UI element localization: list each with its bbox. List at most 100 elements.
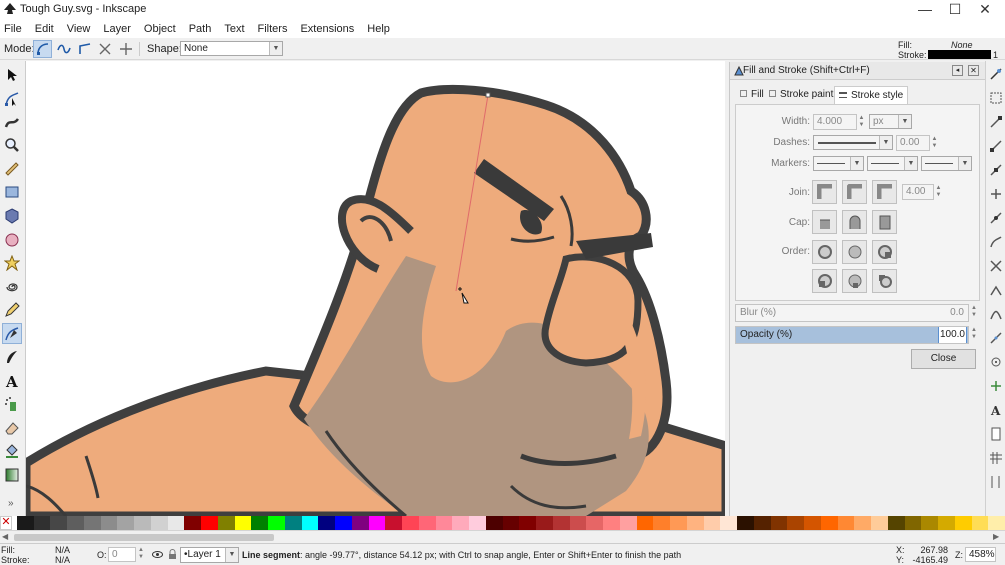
palette-swatch[interactable] <box>167 516 185 530</box>
layer-lock-icon[interactable] <box>168 549 177 560</box>
cap-butt-button[interactable] <box>812 210 837 234</box>
text-tool-icon[interactable]: A <box>2 370 22 391</box>
cap-square-button[interactable] <box>872 210 897 234</box>
bucket-tool-icon[interactable] <box>2 440 22 461</box>
palette-swatch[interactable] <box>770 516 788 530</box>
calligraphy-tool-icon[interactable] <box>2 346 22 367</box>
cap-round-button[interactable] <box>842 210 867 234</box>
palette-swatch[interactable] <box>251 516 268 530</box>
tweak-tool-icon[interactable] <box>2 111 22 132</box>
palette-swatch[interactable] <box>234 516 252 530</box>
palette-swatch[interactable] <box>519 516 536 530</box>
palette-swatch[interactable] <box>67 516 84 530</box>
join-bevel-button[interactable] <box>872 180 897 204</box>
close-dialog-button[interactable]: Close <box>911 349 976 369</box>
palette-swatch[interactable] <box>16 516 34 530</box>
ellipse-tool-icon[interactable] <box>2 229 22 250</box>
palette-swatch[interactable] <box>670 516 687 530</box>
shape-select[interactable]: None ▼ <box>180 41 283 56</box>
palette-swatch[interactable] <box>50 516 67 530</box>
palette-swatch[interactable] <box>887 516 905 530</box>
snap-intersections-icon[interactable] <box>989 259 1003 273</box>
palette-swatch[interactable] <box>921 516 938 530</box>
layer-visibility-eye-icon[interactable] <box>152 549 163 560</box>
spin-down-icon[interactable]: ▼ <box>930 143 939 150</box>
palette-swatch[interactable] <box>636 516 654 530</box>
palette-swatch[interactable] <box>385 516 402 530</box>
dashes-select[interactable]: ▼ <box>813 135 893 150</box>
menu-view[interactable]: View <box>67 23 91 35</box>
layer-select[interactable]: •Layer 1 ▼ <box>180 547 239 563</box>
palette-swatch[interactable] <box>117 516 134 530</box>
palette-swatch[interactable] <box>904 516 922 530</box>
width-input[interactable]: 4.000 ▲ ▼ <box>813 114 864 130</box>
palette-swatch[interactable] <box>737 516 754 530</box>
palette-swatch[interactable] <box>368 516 386 530</box>
status-opacity-input[interactable]: 0 <box>108 547 136 562</box>
snap-bbox-edge-icon[interactable] <box>989 115 1003 129</box>
snap-bbox-center-icon[interactable] <box>989 187 1003 201</box>
palette-swatch[interactable] <box>217 516 235 530</box>
palette-swatch[interactable] <box>502 516 520 530</box>
snap-text-baseline-icon[interactable]: A <box>989 403 1003 417</box>
drawing-canvas[interactable] <box>25 61 725 516</box>
palette-swatch[interactable] <box>83 516 101 530</box>
bezier-mode-icon[interactable] <box>33 40 52 58</box>
mid-marker-select[interactable]: ▼ <box>867 156 918 171</box>
palette-swatch[interactable] <box>301 516 319 530</box>
palette-swatch[interactable] <box>871 516 888 530</box>
palette-swatch[interactable] <box>335 516 352 530</box>
dialog-iconify-button[interactable]: ◂ <box>952 65 963 76</box>
palette-swatch[interactable] <box>686 516 704 530</box>
snap-smooth-icon[interactable] <box>989 307 1003 321</box>
dash-offset-input[interactable]: 0.00 ▲ ▼ <box>896 135 937 151</box>
menu-text[interactable]: Text <box>224 23 244 35</box>
snap-bbox-icon[interactable] <box>989 91 1003 105</box>
menu-layer[interactable]: Layer <box>103 23 131 35</box>
pen-tool-icon[interactable] <box>2 323 22 344</box>
start-marker-select[interactable]: ▼ <box>813 156 864 171</box>
zoom-input[interactable]: 458% <box>965 547 996 562</box>
blur-slider[interactable]: Blur (%) 0.0 <box>735 304 969 322</box>
snap-enable-icon[interactable] <box>989 67 1003 81</box>
palette-swatch[interactable] <box>938 516 955 530</box>
menu-extensions[interactable]: Extensions <box>300 23 354 35</box>
paraxial-mode-icon[interactable] <box>95 40 114 58</box>
palette-swatch[interactable] <box>318 516 335 530</box>
palette-swatch[interactable] <box>804 516 821 530</box>
palette-swatch[interactable] <box>653 516 670 530</box>
horizontal-scrollbar[interactable]: ◀ ▶ <box>0 530 1005 543</box>
menu-file[interactable]: File <box>4 23 22 35</box>
order-fill-markers-button[interactable] <box>812 269 837 293</box>
join-round-button[interactable] <box>842 180 867 204</box>
palette-swatch[interactable] <box>619 516 637 530</box>
palette-swatch[interactable] <box>552 516 570 530</box>
pencil-tool-icon[interactable] <box>2 299 22 320</box>
snap-paths-icon[interactable] <box>989 235 1003 249</box>
opacity-spin-icon[interactable]: ▲ ▼ <box>138 547 144 561</box>
palette-swatch[interactable] <box>569 516 587 530</box>
opacity-slider[interactable]: Opacity (%) 100.0 <box>735 326 969 344</box>
order-normal-button[interactable] <box>812 240 837 264</box>
palette-swatch[interactable] <box>33 516 51 530</box>
palette-swatch[interactable] <box>402 516 419 530</box>
snap-midpoints-icon[interactable] <box>989 331 1003 345</box>
scroll-left-icon[interactable]: ◀ <box>2 532 8 541</box>
snap-object-center-icon[interactable] <box>989 355 1003 369</box>
palette-swatch[interactable] <box>837 516 855 530</box>
spray-tool-icon[interactable] <box>2 393 22 414</box>
palette-swatch[interactable] <box>703 516 721 530</box>
tab-stroke-paint[interactable]: Stroke paint <box>765 86 837 104</box>
palette-swatch[interactable] <box>201 516 218 530</box>
palette-swatch[interactable] <box>988 516 1005 530</box>
rect-tool-icon[interactable] <box>2 181 22 202</box>
scroll-right-icon[interactable]: ▶ <box>993 532 999 541</box>
gradient-tool-icon[interactable] <box>2 464 22 485</box>
palette-swatch[interactable] <box>418 516 436 530</box>
scroll-thumb[interactable] <box>14 534 274 541</box>
palette-swatch[interactable] <box>954 516 972 530</box>
join-miter-button[interactable] <box>812 180 837 204</box>
no-paint-swatch[interactable]: ✕ <box>0 516 12 530</box>
snap-rotation-center-icon[interactable] <box>989 379 1003 393</box>
snap-nodes-icon[interactable] <box>989 211 1003 225</box>
